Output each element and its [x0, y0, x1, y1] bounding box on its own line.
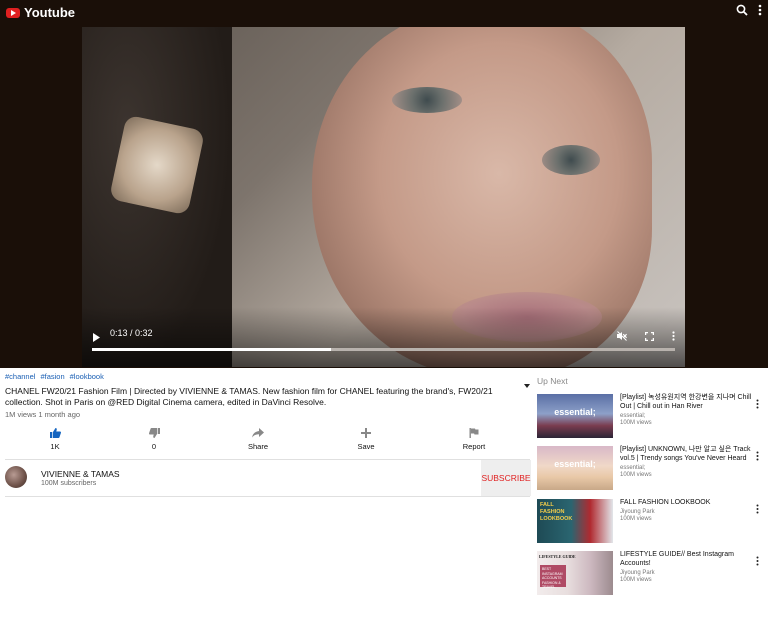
- search-icon[interactable]: [736, 4, 748, 16]
- action-bar: 1K 0 Share Save Report: [5, 428, 530, 456]
- video-thumbnail[interactable]: essential;: [537, 394, 613, 438]
- like-button[interactable]: 1K: [30, 428, 80, 451]
- expand-description-icon[interactable]: [524, 384, 530, 388]
- dislike-count: 0: [151, 442, 157, 451]
- hashtag-link[interactable]: #fasion: [40, 372, 64, 381]
- video-time: 0:13 / 0:32: [110, 328, 153, 338]
- more-vert-icon[interactable]: [756, 396, 759, 414]
- up-next-title[interactable]: [Playlist] UNKNOWN, 나만 알고 싶은 Track vol.5…: [620, 446, 752, 463]
- hashtag-link[interactable]: #lookbook: [70, 372, 104, 381]
- up-next-title[interactable]: LIFESTYLE GUIDE// Best Instagram Account…: [620, 551, 752, 568]
- up-next-item[interactable]: FALL FASHION LOOKBOOK FALL FASHION LOOKB…: [537, 499, 765, 543]
- subscribe-button[interactable]: SUBSCRIBE: [481, 460, 531, 496]
- save-label: Save: [357, 442, 375, 451]
- up-next-channel: essential;: [620, 413, 646, 419]
- up-next-item[interactable]: essential; [Playlist] UNKNOWN, 나만 알고 싶은 …: [537, 446, 765, 490]
- thumbnail-text: LIFESTYLE GUIDE: [539, 554, 576, 559]
- thumbnail-text: essential;: [554, 407, 596, 417]
- thumb-down-icon: [129, 428, 179, 438]
- up-next-channel: Jiyoung Park: [620, 570, 655, 576]
- up-next-item[interactable]: LIFESTYLE GUIDE BEST INSTAGRAM ACCOUNTS …: [537, 551, 765, 595]
- video-frame-eye: [392, 87, 462, 113]
- thumbnail-text: FALL FASHION LOOKBOOK: [540, 502, 573, 522]
- channel-row: VIVIENNE & TAMAS 100M subscribers SUBSCR…: [5, 460, 531, 496]
- save-button[interactable]: Save: [341, 428, 391, 451]
- thumb-up-icon: [30, 428, 80, 438]
- video-description: CHANEL FW20/21 Fashion Film | Directed b…: [5, 386, 493, 407]
- play-icon[interactable]: [93, 329, 100, 347]
- video-player[interactable]: 0:13 / 0:32: [82, 27, 685, 367]
- video-thumbnail[interactable]: LIFESTYLE GUIDE BEST INSTAGRAM ACCOUNTS …: [537, 551, 613, 595]
- thumbnail-text: BEST INSTAGRAM ACCOUNTS FASHION & TRAVEL: [540, 565, 566, 589]
- logo-text: Youtube: [24, 5, 76, 20]
- youtube-logo-icon: [6, 7, 20, 18]
- more-vert-icon[interactable]: [756, 553, 759, 571]
- more-vert-icon[interactable]: [758, 4, 762, 16]
- up-next-views: 100M views: [620, 472, 652, 478]
- channel-name[interactable]: VIVIENNE & TAMAS: [41, 469, 120, 479]
- report-label: Report: [462, 442, 486, 451]
- share-icon: [233, 428, 283, 438]
- video-meta: 1M views 1 month ago: [5, 410, 81, 419]
- more-vert-icon[interactable]: [756, 501, 759, 519]
- video-progress-fill: [92, 348, 332, 351]
- video-thumbnail[interactable]: FALL FASHION LOOKBOOK: [537, 499, 613, 543]
- player-area: Youtube 0:13 / 0:32: [0, 0, 768, 368]
- up-next-heading: Up Next: [537, 376, 568, 386]
- hashtag-link[interactable]: #channel: [5, 372, 35, 381]
- avatar[interactable]: [5, 466, 27, 488]
- like-count: 1K: [50, 442, 60, 451]
- video-progress-bar[interactable]: [92, 348, 675, 351]
- flag-icon: [449, 428, 499, 438]
- thumbnail-text: essential;: [554, 459, 596, 469]
- video-thumbnail[interactable]: essential;: [537, 446, 613, 490]
- subscriber-count: 100M subscribers: [41, 480, 97, 487]
- more-vert-icon[interactable]: [756, 448, 759, 466]
- dislike-button[interactable]: 0: [129, 428, 179, 451]
- video-info: #channel #fasion #lookbook CHANEL FW20/2…: [5, 372, 531, 497]
- mute-icon[interactable]: [617, 328, 628, 346]
- up-next-views: 100M views: [620, 516, 652, 522]
- up-next-item[interactable]: essential; [Playlist] 녹성유원지역 한강변을 지나며 Ch…: [537, 394, 765, 438]
- video-controls: 0:13 / 0:32: [82, 317, 685, 367]
- share-button[interactable]: Share: [233, 428, 283, 451]
- up-next-title[interactable]: FALL FASHION LOOKBOOK: [620, 499, 752, 508]
- youtube-logo[interactable]: Youtube: [6, 5, 75, 20]
- share-label: Share: [247, 442, 268, 451]
- fullscreen-icon[interactable]: [644, 328, 655, 346]
- video-frame-eye: [542, 145, 600, 175]
- report-button[interactable]: Report: [449, 428, 499, 451]
- plus-icon: [341, 428, 391, 438]
- up-next-views: 100M views: [620, 420, 652, 426]
- up-next-channel: Jiyoung Park: [620, 509, 655, 515]
- more-vert-icon[interactable]: [672, 328, 675, 346]
- up-next-sidebar: Up Next essential; [Playlist] 녹성유원지역 한강변…: [537, 372, 765, 595]
- up-next-channel: essential;: [620, 465, 646, 471]
- divider: [5, 496, 530, 497]
- up-next-views: 100M views: [620, 577, 652, 583]
- hashtag-list: #channel #fasion #lookbook: [5, 372, 530, 381]
- up-next-title[interactable]: [Playlist] 녹성유원지역 한강변을 지나며 Chill Out | C…: [620, 394, 752, 411]
